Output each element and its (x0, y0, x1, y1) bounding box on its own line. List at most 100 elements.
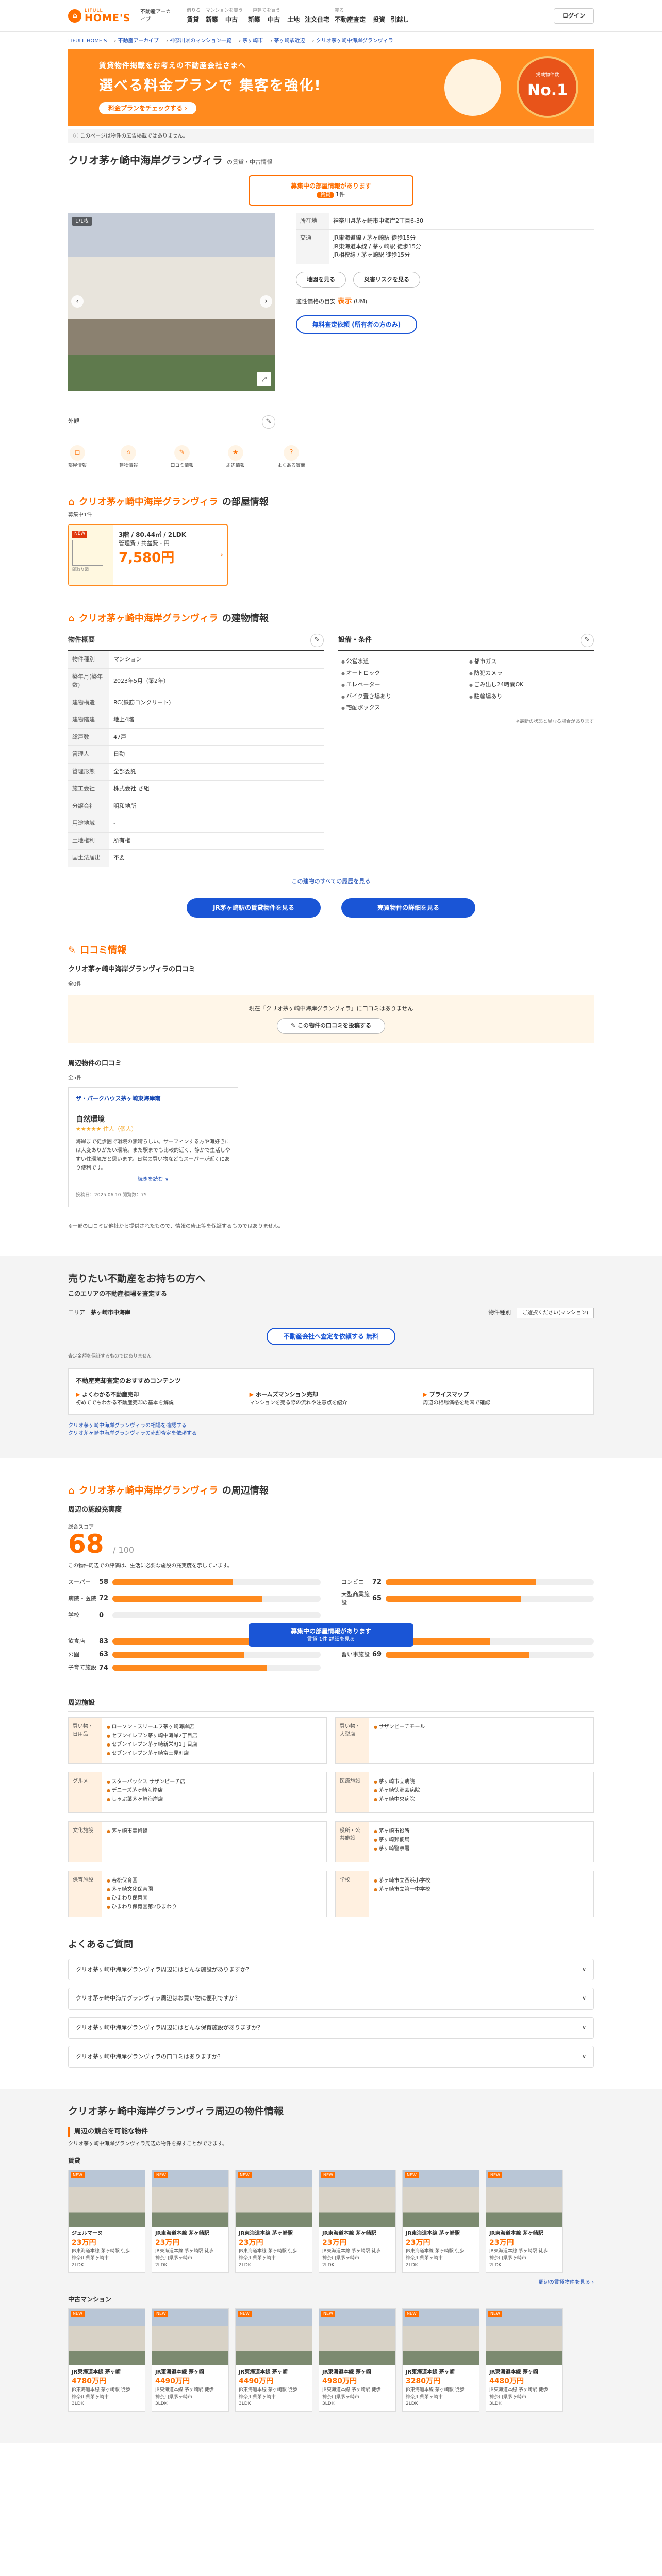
facility-item[interactable]: セブンイレブン茅ヶ崎中海岸2丁目店 (107, 1732, 197, 1740)
request-appraisal-button[interactable]: 不動産会社へ査定を依頼する 無料 (267, 1327, 395, 1345)
content-item-title: よくわかる不動産売却 (76, 1391, 239, 1399)
login-button[interactable]: ログイン (554, 8, 594, 24)
sell-appraisal-link[interactable]: クリオ茅ヶ崎中海岸グランヴィラの売却査定を依頼する (68, 1431, 197, 1436)
breadcrumb-item[interactable]: 神奈川県のマンション一覧 (170, 38, 231, 44)
quicknav-item[interactable]: ✎ 口コミ情報 (170, 445, 193, 470)
facility-item[interactable]: デニーズ茅ヶ崎海岸店 (107, 1786, 185, 1795)
breadcrumb-item[interactable]: 不動産アーカイブ (118, 38, 159, 44)
edit-icon[interactable]: ✎ (310, 634, 324, 647)
view-map-button[interactable]: 地図を見る (296, 271, 346, 288)
facility-item[interactable]: 茅ヶ崎郵便局 (374, 1836, 410, 1844)
listing-card[interactable]: NEW JR東海道本線 茅ヶ崎駅 23万円 JR東海道本線 茅ヶ崎駅 徒歩 神奈川県茅ヶ… (152, 2169, 229, 2273)
facility-item[interactable]: ひまわり保育園 (107, 1894, 177, 1903)
content-item[interactable]: よくわかる不動産売却初めてでもわかる不動産売却の基本を解説 (76, 1391, 239, 1407)
facility-item[interactable]: 茅ヶ崎市立西浜小学校 (374, 1876, 431, 1885)
facility-item[interactable]: 若松保育園 (107, 1876, 177, 1885)
vacancy-cta-button[interactable]: 募集中の部屋情報があります 賃貸 1件 (249, 175, 413, 206)
listing-card[interactable]: NEW JR東海道本線 茅ヶ崎 4480万円 JR東海道本線 茅ヶ崎駅 徒歩 神奈川県茅… (486, 2308, 563, 2412)
edit-icon[interactable]: ✎ (581, 634, 594, 647)
listing-card[interactable]: NEW JR東海道本線 茅ヶ崎 4780万円 JR東海道本線 茅ヶ崎駅 徒歩 神奈川県茅… (68, 2308, 145, 2412)
faq-item[interactable]: クリオ茅ヶ崎中海岸グランヴィラの口コミはありますか？ ∨ (68, 2046, 594, 2068)
nav-item[interactable]: 注文住宅 (305, 15, 329, 24)
nav-item[interactable]: 投資 (373, 15, 385, 24)
faq-title: よくあるご質問 (68, 1939, 133, 1950)
free-appraisal-button[interactable]: 無料査定依頼 (所有者の方のみ) (296, 315, 418, 334)
banner-plan-link[interactable]: 料金プランをチェックする › (99, 101, 197, 114)
facility-item[interactable]: ひまわり保育園第2ひまわり (107, 1903, 177, 1911)
listing-card[interactable]: NEW JR東海道本線 茅ヶ崎駅 23万円 JR東海道本線 茅ヶ崎駅 徒歩 神奈川県茅ヶ… (486, 2169, 563, 2273)
nav-item[interactable]: 中古 (225, 15, 238, 24)
archive-link[interactable]: 不動産アーカイブ (140, 8, 171, 24)
content-item[interactable]: プライスマップ周辺の相場価格を地図で確認 (423, 1391, 586, 1407)
pencil-icon: ✎ (290, 1022, 298, 1029)
listing-card[interactable]: NEW JR東海道本線 茅ヶ崎駅 23万円 JR東海道本線 茅ヶ崎駅 徒歩 神奈川県茅ヶ… (235, 2169, 312, 2273)
see-all-rent-link[interactable]: 周辺の賃貸物件を見る › (539, 2280, 594, 2285)
room-card[interactable]: NEW 間取り図 3階 / 80.44㎡ / 2LDK 管理費 / 共益費 - … (68, 524, 228, 586)
facility-item[interactable]: 茅ヶ崎中央病院 (374, 1795, 420, 1804)
market-price-link[interactable]: クリオ茅ヶ崎中海岸グランヴィラの相場を確認する (68, 1423, 187, 1429)
review-property-link[interactable]: ザ・パークハウス茅ヶ崎東海岸南 (76, 1095, 230, 1108)
facility-item[interactable]: 茅ヶ崎警察署 (374, 1844, 410, 1853)
facility-item[interactable]: セブンイレブン茅ヶ崎新栄町1丁目店 (107, 1740, 197, 1749)
breadcrumb-item[interactable]: LIFULL HOME'S (68, 38, 107, 44)
nav-item[interactable]: 新築 (206, 15, 218, 24)
post-review-button[interactable]: ✎ この物件の口コミを投稿する (276, 1018, 386, 1034)
price-value[interactable]: 表示 (338, 297, 352, 306)
faq-item[interactable]: クリオ茅ヶ崎中海岸グランヴィラ周辺にはどんな施設がありますか？ ∨ (68, 1958, 594, 1980)
building-photo[interactable]: 1/1枚 ‹ › ⤢ (68, 212, 275, 391)
faq-item[interactable]: クリオ茅ヶ崎中海岸グランヴィラ周辺はお買い物に便利ですか？ ∨ (68, 1988, 594, 2010)
nav-item[interactable]: 不動産査定 (335, 15, 366, 24)
content-item[interactable]: ホームズマンション売却マンションを売る際の流れや注意点を紹介 (250, 1391, 413, 1407)
quicknav-item[interactable]: ◻ 部屋情報 (68, 445, 87, 470)
facility-item[interactable]: 茅ヶ崎市美術館 (107, 1827, 148, 1836)
listing-card[interactable]: NEW JR東海道本線 茅ヶ崎駅 23万円 JR東海道本線 茅ヶ崎駅 徒歩 神奈川県茅ヶ… (319, 2169, 396, 2273)
review-disclaimer: ※一部の口コミは他社から提供されたもので、情報の修正等を保証するものではありませ… (68, 1223, 284, 1229)
quicknav-item[interactable]: ⌂ 建物情報 (119, 445, 138, 470)
facility-item[interactable]: スターバックス サザンビーチ店 (107, 1777, 186, 1786)
facility-item[interactable]: 茅ヶ崎市立第一中学校 (374, 1885, 431, 1894)
faq-item[interactable]: クリオ茅ヶ崎中海岸グランヴィラ周辺にはどんな保育施設がありますか？ ∨ (68, 2016, 594, 2039)
nav-item[interactable]: 土地 (287, 15, 300, 24)
facility-item[interactable]: ローソン・スリーエフ茅ヶ崎海岸店 (107, 1723, 197, 1732)
history-link[interactable]: この建物のすべての履歴を見る (292, 878, 371, 885)
property-type-select[interactable]: ご選択ください(マンション) (517, 1308, 594, 1318)
edit-icon[interactable]: ✎ (262, 415, 275, 429)
facility-item[interactable]: 茅ヶ崎市役所 (374, 1827, 410, 1836)
listing-card[interactable]: NEW JR東海道本線 茅ヶ崎駅 23万円 JR東海道本線 茅ヶ崎駅 徒歩 神奈川県茅ヶ… (402, 2169, 479, 2273)
overview-key: 物件種別 (68, 651, 109, 669)
nav-item[interactable]: 新築 (248, 15, 260, 24)
nav-item[interactable]: 引越し (390, 15, 409, 24)
nav-item[interactable]: 中古 (268, 15, 280, 24)
rent-listings-button[interactable]: JR茅ヶ崎駅の賃貸物件を見る (187, 898, 321, 918)
facility-item[interactable]: しゃぶ葉茅ヶ崎海岸店 (107, 1795, 185, 1804)
listing-card[interactable]: NEW JR東海道本線 茅ヶ崎 4490万円 JR東海道本線 茅ヶ崎駅 徒歩 神奈川県茅… (152, 2308, 229, 2412)
breadcrumb-item[interactable]: 茅ヶ崎駅近辺 (274, 38, 305, 44)
facility-item[interactable]: サザンビーチモール (374, 1723, 425, 1732)
listing-card[interactable]: NEW JR東海道本線 茅ヶ崎 4980万円 JR東海道本線 茅ヶ崎駅 徒歩 神奈川県茅… (319, 2308, 396, 2412)
score-vacancy-cta[interactable]: 募集中の部屋情報があります 賃貸 1件 詳細を見る (249, 1623, 413, 1647)
listing-card[interactable]: NEW JR東海道本線 茅ヶ崎 3280万円 JR東海道本線 茅ヶ崎駅 徒歩 神奈川県茅… (402, 2308, 479, 2412)
read-more-link[interactable]: 続きを読む ∨ (138, 1177, 169, 1182)
photo-prev-icon[interactable]: ‹ (71, 295, 84, 308)
sale-details-button[interactable]: 売買物件の詳細を見る (341, 898, 475, 918)
breadcrumb-item[interactable]: 茅ヶ崎市 (242, 38, 263, 44)
breadcrumb-item[interactable]: クリオ茅ヶ崎中海岸グランヴィラ (316, 38, 393, 44)
photo-next-icon[interactable]: › (260, 295, 272, 308)
score-bar-label: 飲食店 (68, 1638, 85, 1645)
zoom-icon[interactable]: ⤢ (257, 371, 271, 386)
listing-card[interactable]: NEW JR東海道本線 茅ヶ崎 4490万円 JR東海道本線 茅ヶ崎駅 徒歩 神奈川県茅… (235, 2308, 312, 2412)
site-logo[interactable]: ⌂ LIFULL HOME'S (68, 9, 140, 23)
facility-item[interactable]: 茅ヶ崎市立病院 (374, 1777, 420, 1786)
facility-item[interactable]: 茅ヶ崎文化保育園 (107, 1885, 177, 1894)
quicknav-item[interactable]: ? よくある質問 (277, 445, 305, 470)
listing-card[interactable]: NEW ジェルマーヌ 23万円 JR東海道本線 茅ヶ崎駅 徒歩 神奈川県茅ヶ崎市 2LDK (68, 2169, 145, 2273)
disaster-risk-button[interactable]: 災害リスクを見る (353, 271, 420, 288)
facility-item[interactable]: 茅ヶ崎徳洲会病院 (374, 1786, 420, 1795)
facility-list: スターバックス サザンビーチ店デニーズ茅ヶ崎海岸店しゃぶ葉茅ヶ崎海岸店 (102, 1772, 190, 1812)
nav-item[interactable]: 賃貸 (187, 15, 199, 24)
facility-item[interactable]: セブンイレブン茅ヶ崎富士見町店 (107, 1749, 197, 1758)
facility-group: 学校茅ヶ崎市立西浜小学校茅ヶ崎市立第一中学校 (335, 1870, 594, 1917)
quicknav-item[interactable]: ★ 周辺情報 (226, 445, 245, 470)
nearby-subtitle: 周辺の競合を可能な物件 (68, 2127, 594, 2137)
promo-banner[interactable]: 賃貸物件掲載をお考えの不動産会社さまへ 選べる料金プランで 集客を強化! 料金プ… (68, 49, 594, 126)
